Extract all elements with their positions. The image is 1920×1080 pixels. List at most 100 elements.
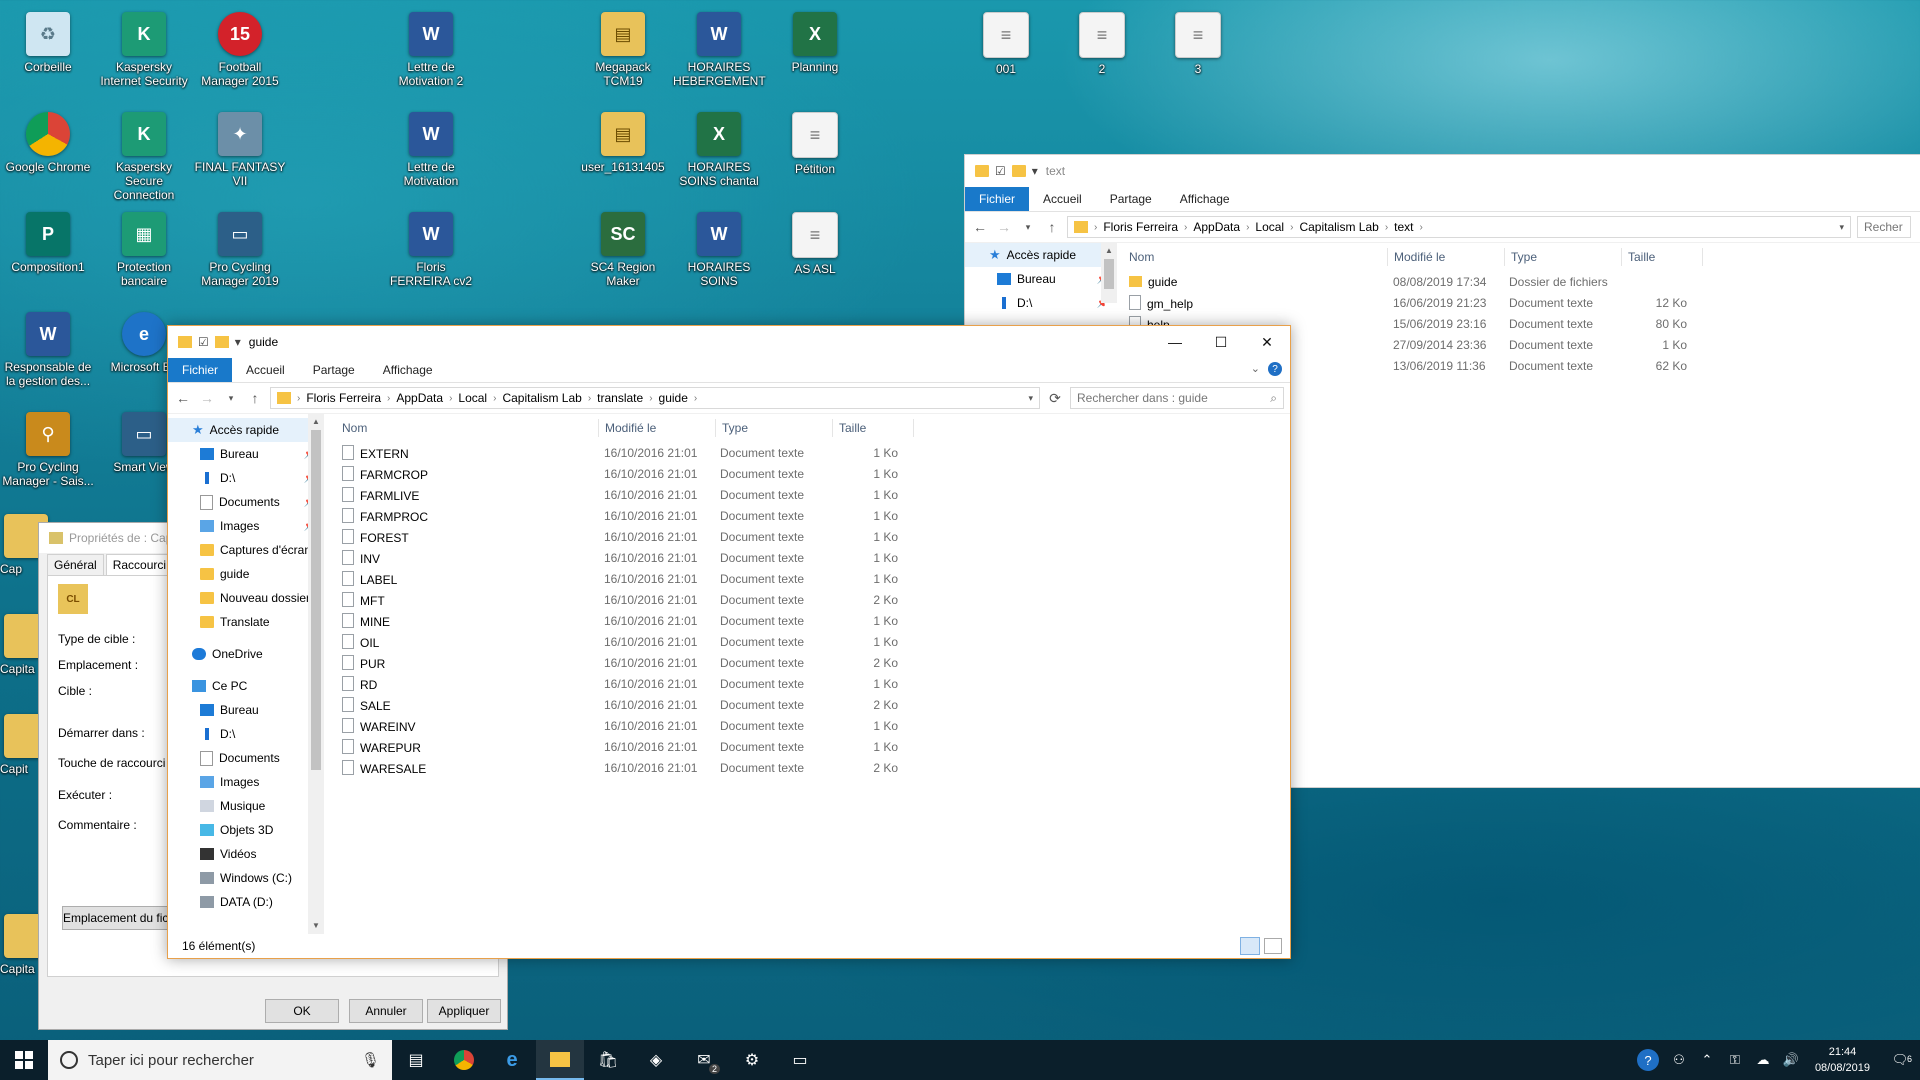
app-window-icon[interactable]: ▭ [776,1040,824,1080]
nav-item[interactable]: D:\ [168,722,324,746]
maximize-button[interactable]: ☐ [1198,326,1244,358]
forward-arrow-icon[interactable]: → [198,390,216,406]
chevron-right-icon[interactable]: › [1246,222,1249,233]
desktop-icon[interactable]: 15 Football Manager 2015 [194,8,286,88]
back-arrow-icon[interactable]: ← [971,219,989,235]
desktop-icon[interactable]: P Composition1 [2,208,94,274]
desktop-icon[interactable]: ≡ 3 [1152,8,1244,76]
open-file-location-button[interactable]: Emplacement du fichier [62,906,180,930]
ribbon-tab[interactable]: Partage [1096,187,1166,211]
column-header[interactable]: Nom [1123,248,1388,266]
desktop-icon[interactable]: Cap [0,510,48,576]
recent-dropdown-icon[interactable]: ▾ [1019,222,1037,233]
scroll-down-icon[interactable]: ▼ [308,918,324,934]
chevron-right-icon[interactable]: › [588,393,591,404]
dialog-tab[interactable]: Général [47,554,104,575]
breadcrumb-segment[interactable]: guide [659,391,688,405]
breadcrumb-segment[interactable]: AppData [1193,220,1240,234]
desktop-icon[interactable]: Google Chrome [2,108,94,174]
ribbon-tab[interactable]: Affichage [369,358,447,382]
chevron-right-icon[interactable]: › [387,393,390,404]
nav-item[interactable]: Vidéos [168,842,324,866]
mail-icon[interactable]: ✉ 2 [680,1040,728,1080]
scroll-thumb[interactable] [311,430,321,770]
back-arrow-icon[interactable]: ← [174,390,192,406]
desktop-icon[interactable]: W Responsable de la gestion des... [2,308,94,388]
explorer-window-guide[interactable]: ☑ ▾ guide — ☐ ✕ Fichier Accueil Partage Aff… [167,325,1291,959]
nav-item[interactable]: Musique [168,794,324,818]
nav-scrollbar[interactable]: ▲ [1101,243,1117,303]
table-row[interactable]: FOREST 16/10/2016 21:01 Document texte 1 Ko [336,526,1290,547]
nav-item[interactable]: Images [168,770,324,794]
chevron-right-icon[interactable]: › [1420,222,1423,233]
chevron-right-icon[interactable]: › [297,393,300,404]
ribbon-tab[interactable]: Accueil [232,358,299,382]
details-view-icon[interactable] [1240,937,1260,955]
table-row[interactable]: RD 16/10/2016 21:01 Document texte 1 Ko [336,673,1290,694]
address-bar[interactable]: › Floris Ferreira › AppData › Local › Capitalis… [1067,216,1851,238]
desktop-icon[interactable]: ▭ Pro Cycling Manager 2019 [194,208,286,288]
column-header[interactable]: Modifié le [1388,248,1505,266]
ok-button[interactable]: OK [265,999,339,1023]
show-hidden-icons-chevron-icon[interactable]: ⌃ [1693,1052,1721,1068]
recent-dropdown-icon[interactable]: ▾ [222,393,240,404]
nav-item[interactable]: Captures d'écran [168,538,324,562]
people-icon[interactable]: ⚇ [1665,1052,1693,1068]
desktop-icon[interactable]: Capit [0,710,48,776]
nav-item[interactable]: Bureau📌 [965,267,1117,291]
nav-item[interactable]: Translate [168,610,324,634]
chevron-right-icon[interactable]: › [1094,222,1097,233]
table-row[interactable]: gm_help 16/06/2019 21:23 Document texte 12 … [1123,292,1920,313]
table-row[interactable]: FARMLIVE 16/10/2016 21:01 Document texte 1 … [336,484,1290,505]
desktop-icon[interactable]: ≡ AS ASL [769,208,861,276]
column-header[interactable]: Modifié le [599,419,716,437]
nav-item[interactable]: Ce PC [168,674,324,698]
table-row[interactable]: FARMPROC 16/10/2016 21:01 Document texte 1 … [336,505,1290,526]
desktop-icon[interactable]: ▤ Megapack TCM19 [577,8,669,88]
file-explorer-icon[interactable] [536,1040,584,1080]
nav-item[interactable]: D:\📌 [965,291,1117,315]
customize-qat-icon[interactable]: ▾ [235,335,241,349]
address-bar[interactable]: › Floris Ferreira › AppData › Local › Capitalis… [270,387,1040,409]
nav-item[interactable]: Documents📌 [168,490,324,514]
nav-item[interactable]: Bureau📌 [168,442,324,466]
taskbar-search[interactable]: Taper ici pour rechercher 🎙 [48,1040,392,1080]
nav-item[interactable]: Objets 3D [168,818,324,842]
breadcrumb-segment[interactable]: translate [597,391,643,405]
scroll-thumb[interactable] [1104,259,1114,289]
breadcrumb-segment[interactable]: Floris Ferreira [306,391,381,405]
minimize-button[interactable]: — [1152,326,1198,358]
steam-icon[interactable]: ⚙ [728,1040,776,1080]
nav-item[interactable]: ★ Accès rapide [965,243,1117,267]
cancel-button[interactable]: Annuler [349,999,423,1023]
onedrive-icon[interactable]: ☁ [1749,1052,1777,1068]
new-folder-icon[interactable] [214,336,229,348]
ribbon-tab[interactable]: Accueil [1029,187,1096,211]
chrome-icon[interactable] [440,1040,488,1080]
up-arrow-icon[interactable]: ↑ [246,390,264,406]
desktop-icon[interactable]: ≡ 2 [1056,8,1148,76]
ribbon-tab[interactable]: Fichier [168,358,233,382]
desktop-icon[interactable]: ≡ 001 [960,8,1052,76]
column-header[interactable]: Taille [1622,248,1703,266]
refresh-icon[interactable]: ⟳ [1046,390,1064,407]
desktop-icon[interactable]: X Planning [769,8,861,74]
help-icon[interactable]: ? [1268,362,1282,376]
ribbon-tab[interactable]: Affichage [1166,187,1244,211]
breadcrumb-segment[interactable]: Capitalism Lab [502,391,581,405]
apply-button[interactable]: Appliquer [427,999,501,1023]
desktop-icon[interactable]: SC SC4 Region Maker [577,208,669,288]
desktop-icon[interactable]: ♻ Corbeille [2,8,94,74]
chevron-right-icon[interactable]: › [1290,222,1293,233]
table-row[interactable]: FARMCROP 16/10/2016 21:01 Document texte 1 … [336,463,1290,484]
up-arrow-icon[interactable]: ↑ [1043,219,1061,235]
column-header[interactable]: Type [716,419,833,437]
large-icons-view-icon[interactable] [1264,938,1282,954]
breadcrumb-segment[interactable]: AppData [396,391,443,405]
breadcrumb-segment[interactable]: Capitalism Lab [1299,220,1378,234]
forward-arrow-icon[interactable]: → [995,219,1013,235]
table-row[interactable]: WAREINV 16/10/2016 21:01 Document texte 1 K… [336,715,1290,736]
desktop-icon[interactable]: Capita [0,910,48,976]
action-center-icon[interactable]: 🗨 6 [1880,1052,1920,1068]
desktop-icon[interactable]: W HORAIRES SOINS [673,208,765,288]
